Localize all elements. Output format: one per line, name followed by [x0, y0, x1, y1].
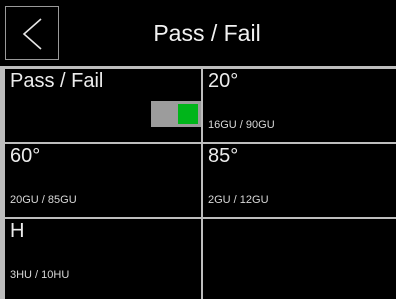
settings-grid: Pass / Fail 20° 16GU / 90GU 60° 20GU / 8…	[0, 66, 396, 299]
angle-60-limits: 20GU / 85GU	[10, 194, 77, 206]
angle-20-cell[interactable]: 20° 16GU / 90GU	[203, 69, 396, 142]
angle-60-label: 60°	[10, 145, 41, 167]
toggle-knob	[178, 104, 198, 124]
angle-60-cell[interactable]: 60° 20GU / 85GU	[5, 144, 201, 217]
empty-cell	[203, 219, 396, 299]
haze-cell[interactable]: H 3HU / 10HU	[5, 219, 201, 299]
angle-85-label: 85°	[208, 145, 239, 167]
header-bar: Pass / Fail	[0, 0, 396, 66]
angle-85-limits: 2GU / 12GU	[208, 194, 269, 206]
angle-20-limits: 16GU / 90GU	[208, 119, 275, 131]
pass-fail-label: Pass / Fail	[10, 70, 104, 92]
haze-limits: 3HU / 10HU	[10, 269, 70, 281]
angle-85-cell[interactable]: 85° 2GU / 12GU	[203, 144, 396, 217]
angle-20-label: 20°	[208, 70, 239, 92]
pass-fail-toggle[interactable]	[151, 101, 201, 127]
haze-label: H	[10, 220, 25, 242]
pass-fail-cell[interactable]: Pass / Fail	[5, 69, 201, 142]
page-title: Pass / Fail	[153, 20, 261, 46]
